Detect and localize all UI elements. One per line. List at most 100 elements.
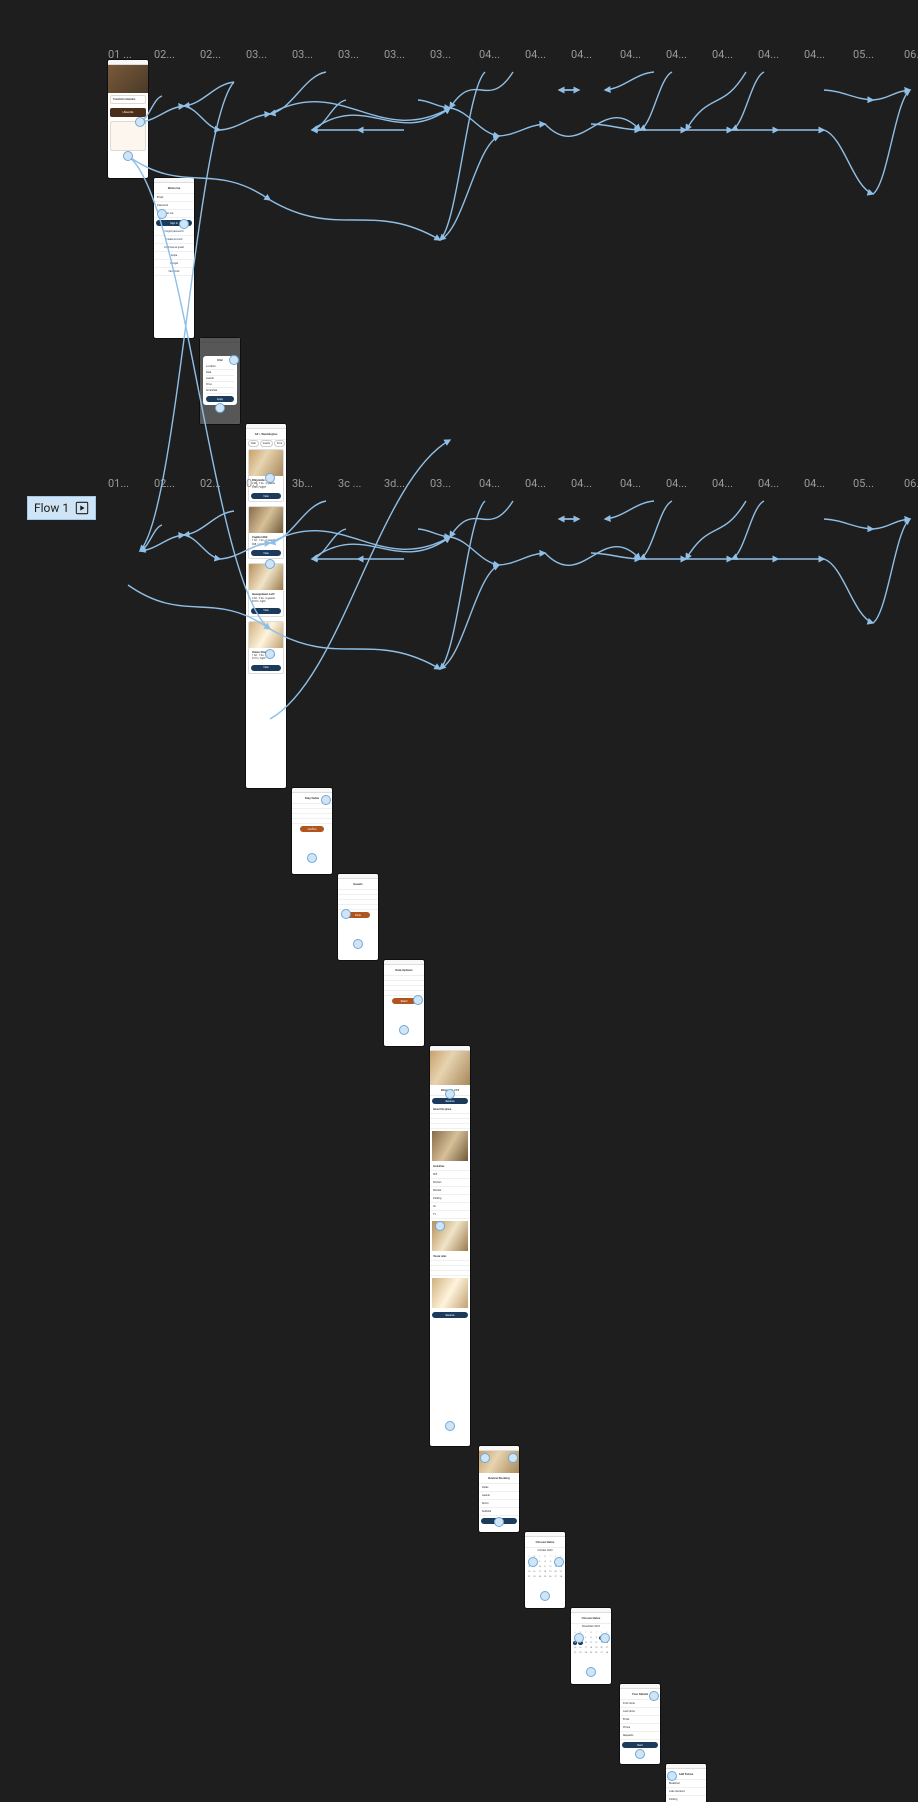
cal-day[interactable]: 22 (573, 1651, 577, 1655)
artboard-label[interactable]: 02... (200, 48, 240, 61)
prototype-hotspot[interactable] (540, 1591, 550, 1601)
artboard[interactable]: Riverside 210ReserveAbout this placeAmen… (430, 1046, 470, 1446)
listing-view-button[interactable]: View (251, 493, 281, 499)
artboard-label[interactable]: 3b... (292, 477, 332, 490)
cal-day[interactable]: 26 (548, 1575, 552, 1579)
listing-card[interactable]: Georgetown Loft3 bd · 2 ba · 6 guests$21… (248, 563, 284, 616)
artboard-label[interactable]: 04... (525, 48, 565, 61)
artboard[interactable]: Choose DatesOctober 2023SMTWTFS123456789… (525, 1532, 565, 1608)
artboard-label[interactable]: 04... (525, 477, 565, 490)
artboard-label[interactable]: 04... (479, 48, 519, 61)
cal-day[interactable]: 16 (532, 1570, 536, 1574)
cal-day[interactable]: 10 (584, 1641, 588, 1645)
artboard-label[interactable]: 04... (804, 48, 844, 61)
artboard-label[interactable]: 04... (479, 477, 519, 490)
prototype-hotspot[interactable] (123, 151, 133, 161)
form-primary-button[interactable]: Next (622, 1742, 658, 1748)
artboard-label[interactable]: 04... (758, 477, 798, 490)
prototype-hotspot[interactable] (667, 1771, 677, 1781)
artboard-label[interactable]: 3c ... (338, 477, 378, 490)
prototype-hotspot[interactable] (399, 1025, 409, 1035)
prototype-hotspot[interactable] (635, 1749, 645, 1759)
cal-day[interactable]: 25 (543, 1575, 547, 1579)
prototype-hotspot[interactable] (445, 1421, 455, 1431)
artboard-label[interactable]: 02... (200, 477, 240, 490)
cal-day[interactable]: 18 (543, 1570, 547, 1574)
booking-row[interactable]: Room (479, 1500, 519, 1508)
cal-day[interactable]: 17 (538, 1570, 542, 1574)
sheet-row[interactable] (292, 819, 332, 824)
prototype-hotspot[interactable] (157, 209, 167, 219)
reserve-button-bottom[interactable]: Reserve (432, 1312, 468, 1318)
cal-day[interactable]: 20 (599, 1646, 603, 1650)
artboard-label[interactable]: 3d... (384, 477, 424, 490)
prototype-hotspot[interactable] (135, 117, 145, 127)
artboard[interactable]: Transform IntentionLifewords (108, 60, 148, 178)
form-row[interactable]: Parking (666, 1796, 706, 1802)
booking-row[interactable]: Guests (479, 1492, 519, 1500)
gallery-image[interactable] (432, 1131, 468, 1161)
cal-day[interactable]: 26 (594, 1651, 598, 1655)
login-link[interactable]: Create account (154, 236, 194, 244)
listing-view-button[interactable]: View (251, 665, 281, 671)
artboard[interactable]: Choose DatesNovember 2023SMTWTFS12345678… (571, 1608, 611, 1684)
cal-day[interactable]: 22 (527, 1575, 531, 1579)
prototype-hotspot[interactable] (528, 1557, 538, 1567)
prototype-canvas[interactable]: Flow 1 01 ...Transform IntentionLifeword… (0, 0, 918, 901)
filter-chip[interactable]: Price (274, 440, 285, 447)
artboard[interactable]: Rate OptionsSelect (384, 960, 424, 1046)
prototype-hotspot[interactable] (321, 795, 331, 805)
artboard-label[interactable]: 05... (853, 477, 893, 490)
artboard-label[interactable]: 04... (758, 48, 798, 61)
form-row[interactable]: Breakfast (666, 1780, 706, 1788)
artboard[interactable]: GuestsDone (338, 874, 378, 960)
prototype-hotspot[interactable] (265, 649, 275, 659)
prototype-hotspot[interactable] (215, 403, 225, 413)
artboard-label[interactable]: 03... (430, 477, 470, 490)
cal-day[interactable]: 21 (559, 1570, 563, 1574)
cal-day[interactable]: 25 (589, 1651, 593, 1655)
booking-row[interactable]: Dates (479, 1484, 519, 1492)
artboard-label[interactable]: 02... (154, 477, 194, 490)
cal-day[interactable]: 3 (584, 1636, 588, 1640)
cal-day[interactable]: 19 (594, 1646, 598, 1650)
artboard-label[interactable]: 06... (904, 477, 918, 490)
prototype-hotspot[interactable] (649, 1691, 659, 1701)
prototype-hotspot[interactable] (574, 1633, 584, 1643)
form-row[interactable]: Requests (620, 1732, 660, 1740)
form-row[interactable]: Last name (620, 1708, 660, 1716)
cal-day[interactable]: 5 (548, 1560, 552, 1564)
cal-day[interactable]: 28 (605, 1651, 609, 1655)
artboard-label[interactable]: 04... (620, 48, 660, 61)
prototype-hotspot[interactable] (265, 473, 275, 483)
artboard-label[interactable]: 04... (571, 477, 611, 490)
cal-day[interactable]: 5 (594, 1636, 598, 1640)
prototype-hotspot[interactable] (554, 1557, 564, 1567)
artboard-label[interactable]: 03... (384, 48, 424, 61)
artboard-label[interactable]: 04... (804, 477, 844, 490)
form-row[interactable]: Phone (620, 1724, 660, 1732)
prototype-hotspot[interactable] (600, 1633, 610, 1643)
login-link[interactable]: Google (154, 260, 194, 268)
cal-day[interactable]: 17 (584, 1646, 588, 1650)
artboard-label[interactable]: 05... (853, 48, 893, 61)
filter-apply-button[interactable]: Apply (206, 396, 234, 402)
flow-start-label[interactable]: Flow 1 (27, 496, 96, 520)
filter-chip[interactable]: Guests (260, 440, 273, 447)
artboard-label[interactable]: 04... (620, 477, 660, 490)
cal-day[interactable]: 15 (527, 1570, 531, 1574)
prototype-hotspot[interactable] (494, 1517, 504, 1527)
sheet-primary-button[interactable]: Confirm (300, 826, 324, 832)
login-link[interactable]: Facebook (154, 268, 194, 276)
cal-day[interactable]: 15 (573, 1646, 577, 1650)
cal-day[interactable]: 28 (559, 1575, 563, 1579)
prototype-hotspot[interactable] (413, 995, 423, 1005)
prototype-hotspot[interactable] (480, 1453, 490, 1463)
cal-day[interactable]: 24 (584, 1651, 588, 1655)
booking-row[interactable]: Subtotal (479, 1508, 519, 1516)
prototype-hotspot[interactable] (508, 1453, 518, 1463)
cal-day[interactable]: 3 (538, 1560, 542, 1564)
cal-day[interactable]: 11 (589, 1641, 593, 1645)
cal-day[interactable]: 16 (578, 1646, 582, 1650)
artboard[interactable]: FilterLocationDateGuestsPriceAmenitiesAp… (200, 338, 240, 424)
